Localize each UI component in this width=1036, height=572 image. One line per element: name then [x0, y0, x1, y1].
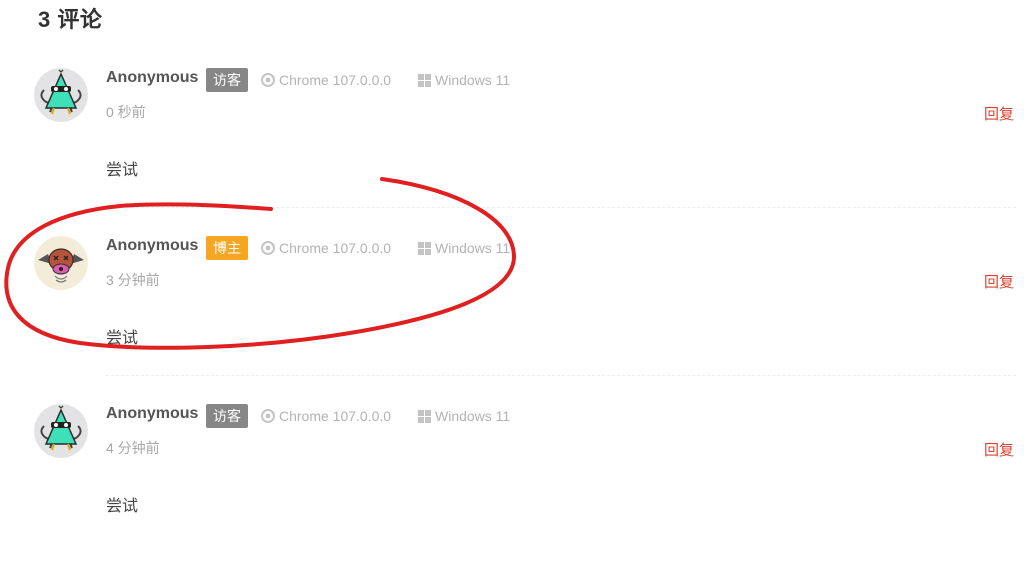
author-name[interactable]: Anonymous — [106, 405, 198, 423]
avatar[interactable] — [34, 68, 88, 122]
comment-content: 尝试 — [106, 330, 139, 347]
reply-button[interactable]: 回复 — [984, 439, 1014, 460]
comment-divider — [106, 375, 1016, 376]
browser-info: Chrome 107.0.0.0 — [261, 408, 391, 424]
role-badge: 博主 — [206, 236, 248, 260]
comment-item: Anonymous 访客 Chrome 107.0.0.0 Windows 11… — [0, 68, 1036, 236]
chrome-icon — [261, 73, 275, 87]
windows-icon — [418, 73, 431, 87]
os-label: Windows 11 — [435, 408, 511, 424]
comment-item: Anonymous 访客 Chrome 107.0.0.0 Windows 11… — [0, 404, 1036, 572]
avatar[interactable] — [34, 404, 88, 458]
doodle-cone-avatar-icon — [34, 404, 88, 458]
doodle-cone-avatar-icon — [34, 68, 88, 122]
comment-item: Anonymous 博主 Chrome 107.0.0.0 Windows 11… — [0, 236, 1036, 404]
reply-button[interactable]: 回复 — [984, 271, 1014, 292]
browser-info: Chrome 107.0.0.0 — [261, 72, 391, 88]
role-badge: 访客 — [206, 68, 248, 92]
windows-icon — [418, 409, 431, 423]
comment-time: 0 秒前 — [106, 104, 146, 120]
author-name[interactable]: Anonymous — [106, 69, 198, 87]
comment-content: 尝试 — [106, 498, 139, 515]
browser-info: Chrome 107.0.0.0 — [261, 240, 391, 256]
os-label: Windows 11 — [435, 240, 511, 256]
comments-title: 3 评论 — [38, 7, 103, 32]
os-info: Windows 11 — [418, 72, 510, 88]
reply-button[interactable]: 回复 — [984, 103, 1014, 124]
comment-content: 尝试 — [106, 162, 139, 179]
author-name[interactable]: Anonymous — [106, 237, 198, 255]
role-badge: 访客 — [206, 404, 248, 428]
windows-icon — [418, 241, 431, 255]
comment-time: 3 分钟前 — [106, 272, 160, 288]
browser-label: Chrome 107.0.0.0 — [279, 408, 392, 424]
comment-time: 4 分钟前 — [106, 440, 160, 456]
chrome-icon — [261, 409, 275, 423]
os-info: Windows 11 — [418, 408, 510, 424]
os-label: Windows 11 — [435, 72, 511, 88]
avatar[interactable] — [34, 236, 88, 290]
os-info: Windows 11 — [418, 240, 510, 256]
comment-divider — [106, 207, 1016, 208]
browser-label: Chrome 107.0.0.0 — [279, 72, 392, 88]
chrome-icon — [261, 241, 275, 255]
doodle-bat-avatar-icon — [34, 236, 88, 290]
browser-label: Chrome 107.0.0.0 — [279, 240, 392, 256]
